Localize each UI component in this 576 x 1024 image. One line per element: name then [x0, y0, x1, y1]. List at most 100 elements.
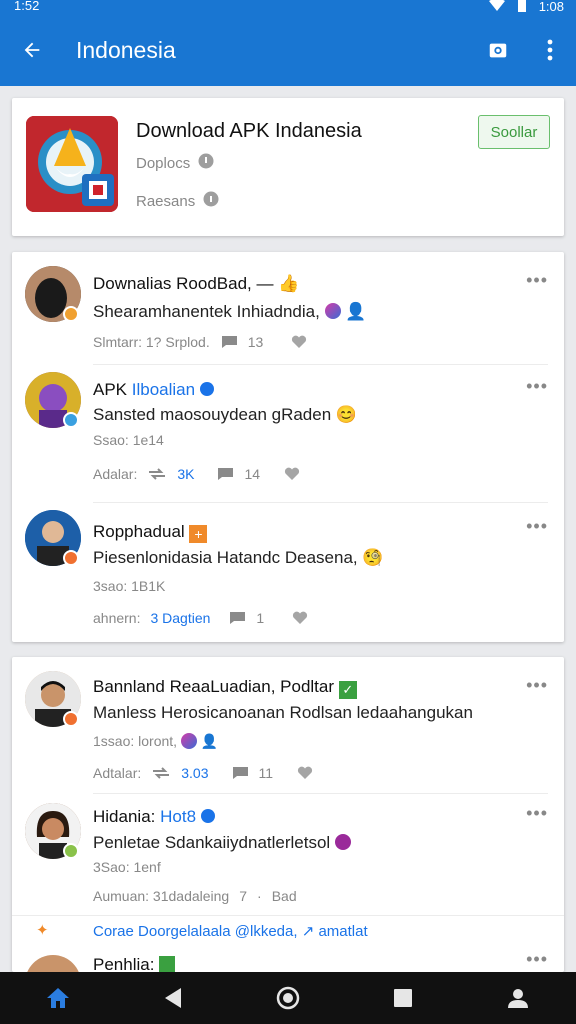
- feed-card: Bannland ReaaLuadian, Podltar ✓ ••• Manl…: [12, 657, 564, 972]
- arrow-icon: ·: [257, 888, 262, 904]
- retweet-icon[interactable]: [147, 467, 167, 481]
- avatar[interactable]: [25, 955, 81, 972]
- home-icon[interactable]: [28, 972, 88, 1024]
- feed-card: Downalias RoodBad, — 👍 ••• Shearamhanent…: [12, 252, 564, 642]
- post-author: Penhlia:: [93, 955, 176, 972]
- app-title: Download APK Indanesia: [136, 120, 362, 142]
- more-options-icon[interactable]: •••: [526, 675, 548, 696]
- post-subtitle: 3sao: 1B1K: [93, 578, 166, 594]
- post-item[interactable]: Penhlia: •••: [12, 949, 564, 972]
- verified-badge-icon: [63, 711, 79, 727]
- emoji-icon: [324, 303, 341, 319]
- comment-icon[interactable]: [220, 335, 238, 349]
- home-circle-icon[interactable]: [258, 972, 318, 1024]
- post-actions: Adtalar: 3.03 11: [93, 765, 313, 781]
- verified-check-icon: [199, 382, 214, 396]
- post-actions: ahnern: 3 Dagtien 1: [93, 610, 308, 626]
- sparkle-icon: ✦: [36, 922, 49, 939]
- post-actions: Slmtarr: 1? Srplod. 13: [93, 334, 307, 350]
- comment-count: 1: [256, 610, 265, 626]
- comment-count: Bad: [271, 888, 297, 904]
- status-bar: 1:52 1:08: [0, 0, 576, 14]
- post-author: Ropphadual +: [93, 522, 208, 543]
- post-author: APK Ilboalian: [93, 380, 214, 400]
- footer-link[interactable]: Corae Doorgelalaala @lkkeda, ↗ amatlat: [93, 922, 368, 940]
- post-text: Piesenlonidasia Hatandc Deasena, 🧐: [93, 548, 384, 567]
- post-text: Penletae Sdankaiiydnatlerletsol: [93, 833, 351, 853]
- divider: [93, 793, 548, 794]
- post-subtitle: Ssao: 1e14: [93, 432, 164, 448]
- post-author: Hidania: Hot8: [93, 807, 215, 827]
- app-info-card: Download APK Indanesia Doplocs Raesans S…: [12, 98, 564, 236]
- comment-count: 11: [258, 765, 274, 781]
- comment-count: 13: [247, 334, 264, 350]
- share-count: 3K: [177, 466, 195, 482]
- divider: [93, 502, 548, 503]
- app-meta-downloads-label: Doplocs: [136, 154, 191, 172]
- more-options-icon[interactable]: •••: [526, 949, 548, 970]
- plus-badge-icon: +: [189, 525, 208, 543]
- heart-icon[interactable]: [292, 611, 308, 625]
- more-vert-icon[interactable]: [524, 14, 576, 86]
- post-actions: Aumuan: 31dadaleing 7 · Bad: [93, 888, 297, 904]
- post-action-tag[interactable]: 3 Dagtien: [150, 610, 210, 626]
- back-triangle-icon[interactable]: [143, 972, 203, 1024]
- person-emoji-icon: 👤: [345, 302, 367, 321]
- more-options-icon[interactable]: •••: [526, 516, 548, 537]
- post-author: Downalias RoodBad, — 👍: [93, 274, 300, 293]
- check-badge-icon: ✓: [338, 681, 357, 699]
- heart-icon[interactable]: [297, 766, 313, 780]
- recents-square-icon[interactable]: [373, 972, 433, 1024]
- app-bar: Indonesia: [0, 14, 576, 86]
- post-text: Manless Herosicanoanan Rodlsan ledaahang…: [93, 703, 473, 722]
- verified-badge-icon: [63, 843, 79, 859]
- post-author-tag: Hot8: [160, 807, 197, 826]
- divider: [93, 364, 548, 365]
- app-meta-reasons-label: Raesans: [136, 192, 196, 210]
- bottom-nav: [0, 972, 576, 1024]
- post-subtitle: 1ssao: loront, 👤: [93, 733, 219, 749]
- page-title: Indonesia: [76, 36, 176, 63]
- heart-icon[interactable]: [291, 335, 307, 349]
- face-emoji-icon: 😊: [335, 405, 358, 424]
- comment-icon[interactable]: [231, 766, 249, 780]
- heart-icon[interactable]: [284, 467, 300, 481]
- post-subtitle: 3Sao: 1enf: [93, 859, 161, 875]
- verified-badge-icon: [63, 306, 79, 322]
- info-icon: [203, 191, 219, 211]
- retweet-icon[interactable]: [151, 766, 171, 780]
- more-options-icon[interactable]: •••: [526, 270, 548, 291]
- thumbs-icon: 👍: [278, 274, 300, 293]
- install-button[interactable]: Soollar: [478, 115, 550, 149]
- verified-badge-icon: [63, 412, 79, 428]
- person-emoji-icon: 👤: [200, 733, 219, 749]
- profile-icon[interactable]: [488, 972, 548, 1024]
- post-text: Sansted maosouydean gRaden 😊: [93, 405, 358, 424]
- footer-link-row[interactable]: ✦ Corae Doorgelalaala @lkkeda, ↗ amatlat: [12, 915, 564, 945]
- check-badge-icon: [159, 956, 176, 972]
- comment-count: 14: [244, 466, 261, 482]
- app-meta-reasons: Raesans: [136, 191, 219, 211]
- comment-icon[interactable]: [216, 467, 234, 481]
- camera-icon[interactable]: [472, 14, 524, 86]
- status-time: 1:52: [14, 0, 40, 13]
- status-time-right: 1:08: [538, 0, 564, 14]
- emoji-icon: [334, 834, 351, 850]
- post-text: Shearamhanentek Inhiadndia, 👤: [93, 302, 367, 321]
- verified-check-icon: [200, 809, 215, 823]
- more-options-icon[interactable]: •••: [526, 376, 548, 397]
- emoji-icon: [180, 733, 197, 749]
- app-logo-icon[interactable]: [26, 116, 118, 212]
- battery-icon: [517, 0, 527, 15]
- post-actions: Adalar: 3K 14: [93, 466, 300, 482]
- comment-icon[interactable]: [228, 611, 246, 625]
- info-icon: [198, 153, 214, 173]
- back-arrow-icon[interactable]: [0, 14, 64, 86]
- app-meta-downloads: Doplocs: [136, 153, 214, 173]
- more-options-icon[interactable]: •••: [526, 803, 548, 824]
- share-count: 3.03: [181, 765, 209, 781]
- wifi-icon: [488, 0, 505, 14]
- post-author-tag: Ilboalian: [131, 380, 196, 399]
- share-count: 7: [239, 888, 248, 904]
- verified-badge-icon: [63, 550, 79, 566]
